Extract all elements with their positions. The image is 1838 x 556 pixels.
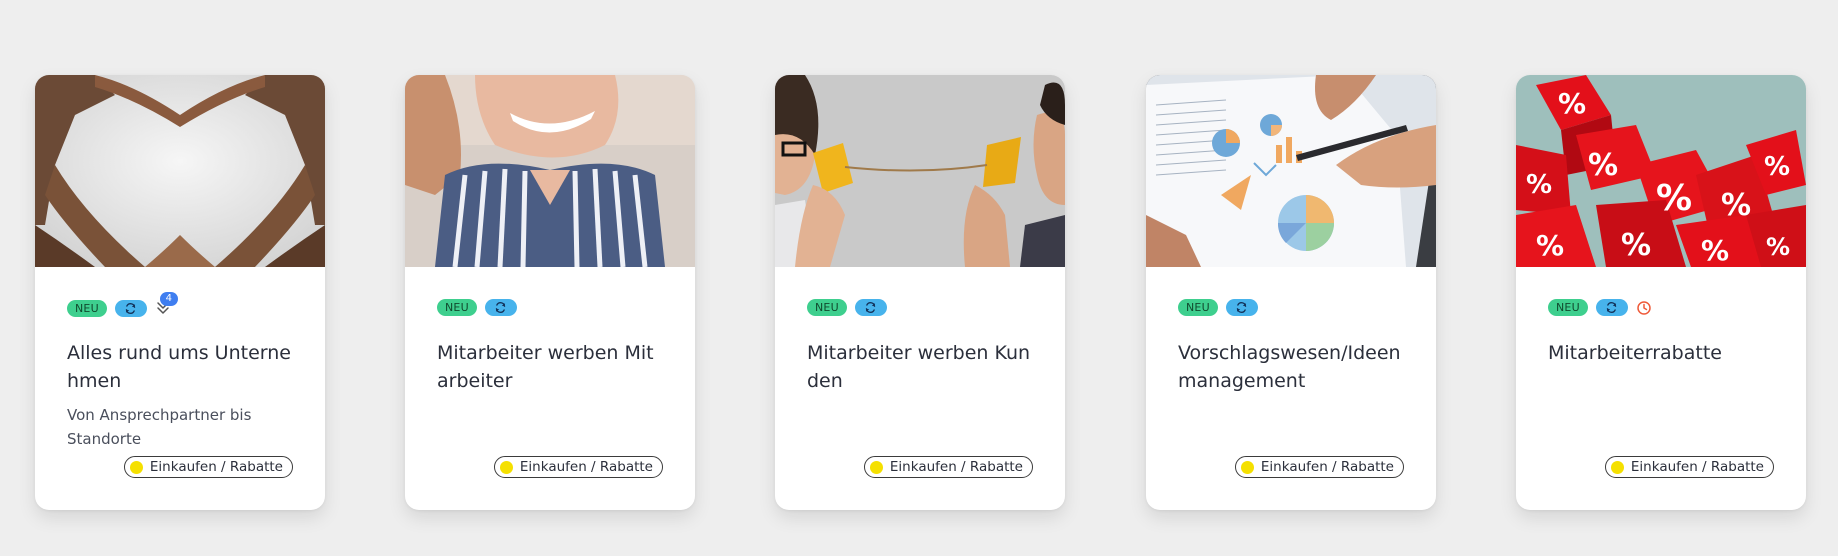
card-body: NEU Mitarbeiter werben Mitarbeiter Einka…	[405, 267, 695, 510]
sync-icon	[1225, 299, 1258, 316]
category-tag[interactable]: Einkaufen / Rabatte	[1604, 456, 1774, 478]
category-tag[interactable]: Einkaufen / Rabatte	[863, 456, 1033, 478]
card-mitarbeiter-werben-kunden[interactable]: NEU Mitarbeiter werben Kunden Einkaufen …	[775, 75, 1065, 510]
badge-row: NEU	[437, 299, 517, 316]
new-badge: NEU	[437, 299, 477, 316]
card-title: Mitarbeiter werben Mitarbeiter	[437, 342, 654, 392]
card-image-heart-hands	[35, 75, 325, 267]
sync-icon	[854, 299, 887, 316]
category-label: Einkaufen / Rabatte	[1630, 459, 1764, 475]
card-grid: NEU 4 Alles rund ums Unternehmen Von Ans…	[0, 0, 1838, 556]
category-dot-icon	[869, 460, 883, 474]
category-dot-icon	[499, 460, 513, 474]
card-body: NEU 4 Alles rund ums Unternehmen Von Ans…	[35, 267, 325, 510]
svg-text:%: %	[1766, 233, 1790, 261]
clock-icon	[1636, 300, 1652, 316]
card-image-whisper	[405, 75, 695, 267]
new-badge: NEU	[807, 299, 847, 316]
sync-icon	[484, 299, 517, 316]
category-dot-icon	[1240, 460, 1254, 474]
card-mitarbeiterrabatte[interactable]: % % % % % % % % % % NEU Mitarbeiterrabat…	[1516, 75, 1806, 510]
category-label: Einkaufen / Rabatte	[889, 459, 1023, 475]
category-tag[interactable]: Einkaufen / Rabatte	[123, 456, 293, 478]
card-title: Alles rund ums Unternehmen	[67, 342, 291, 392]
badge-row: NEU 4	[67, 292, 178, 317]
card-image-charts-document	[1146, 75, 1436, 267]
category-tag[interactable]: Einkaufen / Rabatte	[1234, 456, 1404, 478]
svg-text:%: %	[1764, 152, 1790, 182]
svg-text:%: %	[1656, 178, 1692, 219]
badge-row: NEU	[1548, 299, 1652, 316]
card-title: Vorschlagswesen/Ideenmanagement	[1178, 342, 1401, 392]
new-badge: NEU	[1548, 299, 1588, 316]
svg-text:%: %	[1721, 188, 1751, 223]
card-body: NEU Vorschlagswesen/Ideenmanagement Eink…	[1146, 267, 1436, 510]
category-dot-icon	[129, 460, 143, 474]
card-image-percent-cubes: % % % % % % % % % %	[1516, 75, 1806, 267]
card-body: NEU Mitarbeiter werben Kunden Einkaufen …	[775, 267, 1065, 510]
card-alles-rund-ums-unternehmen[interactable]: NEU 4 Alles rund ums Unternehmen Von Ans…	[35, 75, 325, 510]
card-subtitle: Von Ansprechpartner bis Standorte	[67, 406, 252, 448]
sync-icon	[1595, 299, 1628, 316]
category-tag[interactable]: Einkaufen / Rabatte	[493, 456, 663, 478]
flow-icon: 4	[155, 292, 178, 317]
svg-text:%: %	[1701, 234, 1729, 267]
new-badge: NEU	[67, 299, 107, 317]
svg-text:%: %	[1558, 87, 1586, 120]
card-title: Mitarbeiterrabatte	[1548, 342, 1722, 364]
category-label: Einkaufen / Rabatte	[149, 459, 283, 475]
category-label: Einkaufen / Rabatte	[519, 459, 653, 475]
card-vorschlagswesen-ideenmanagement[interactable]: NEU Vorschlagswesen/Ideenmanagement Eink…	[1146, 75, 1436, 510]
category-label: Einkaufen / Rabatte	[1260, 459, 1394, 475]
badge-row: NEU	[1178, 299, 1258, 316]
svg-text:%: %	[1526, 170, 1552, 200]
sync-icon	[114, 299, 147, 317]
card-mitarbeiter-werben-mitarbeiter[interactable]: NEU Mitarbeiter werben Mitarbeiter Einka…	[405, 75, 695, 510]
new-badge: NEU	[1178, 299, 1218, 316]
svg-text:%: %	[1588, 148, 1618, 183]
category-dot-icon	[1610, 460, 1624, 474]
svg-text:%: %	[1536, 229, 1564, 262]
svg-text:%: %	[1621, 228, 1651, 263]
flow-count-badge: 4	[159, 292, 178, 306]
card-image-tin-can-phone	[775, 75, 1065, 267]
badge-row: NEU	[807, 299, 887, 316]
card-title: Mitarbeiter werben Kunden	[807, 342, 1031, 392]
card-body: NEU Mitarbeiterrabatte Einkaufen / Rabat…	[1516, 267, 1806, 510]
